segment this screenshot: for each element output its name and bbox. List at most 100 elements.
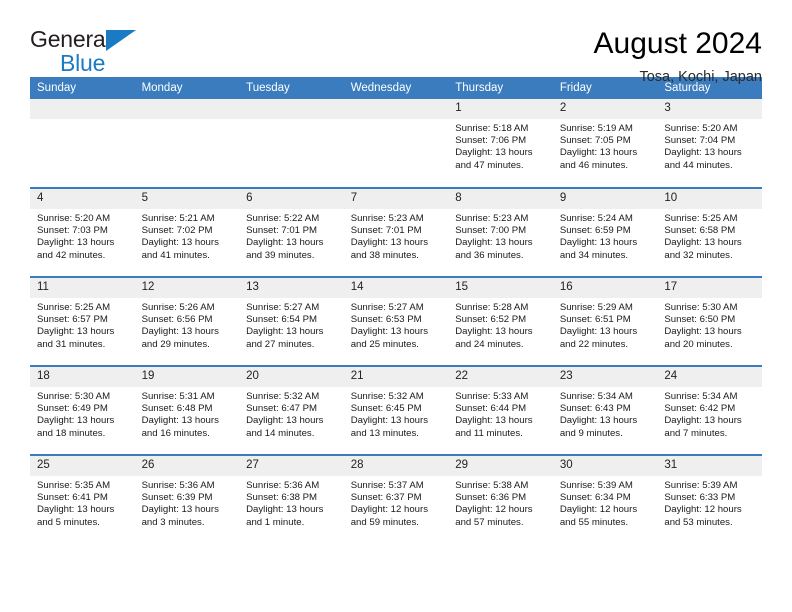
day-cell[interactable]: 8 Sunrise: 5:23 AM Sunset: 7:00 PM Dayli… xyxy=(448,187,553,277)
day-cell[interactable]: 29 Sunrise: 5:38 AM Sunset: 6:36 PM Dayl… xyxy=(448,454,553,544)
day-cell[interactable]: 4 Sunrise: 5:20 AM Sunset: 7:03 PM Dayli… xyxy=(30,187,135,277)
day-number: 4 xyxy=(30,189,135,209)
day-cell[interactable]: 20 Sunrise: 5:32 AM Sunset: 6:47 PM Dayl… xyxy=(239,365,344,455)
day-cell[interactable]: 2 Sunrise: 5:19 AM Sunset: 7:05 PM Dayli… xyxy=(552,99,658,188)
sunset-text: Sunset: 6:37 PM xyxy=(350,492,422,504)
day-cell[interactable]: 30 Sunrise: 5:39 AM Sunset: 6:34 PM Dayl… xyxy=(552,454,658,544)
day-cell[interactable]: 23 Sunrise: 5:34 AM Sunset: 6:43 PM Dayl… xyxy=(552,365,658,455)
calendar-grid: Sunday Monday Tuesday Wednesday Thursday… xyxy=(30,77,762,544)
sunset-text: Sunset: 7:01 PM xyxy=(350,225,422,237)
sunrise-text: Sunrise: 5:31 AM xyxy=(141,391,215,402)
day-cell[interactable]: 7 Sunrise: 5:23 AM Sunset: 7:01 PM Dayli… xyxy=(343,187,449,277)
daylight-text-line2: and 3 minutes. xyxy=(141,516,205,528)
weekday-header-wednesday: Wednesday xyxy=(343,77,449,99)
day-cell[interactable]: 18 Sunrise: 5:30 AM Sunset: 6:49 PM Dayl… xyxy=(30,365,135,455)
day-number: 20 xyxy=(239,367,344,387)
sunset-text: Sunset: 6:36 PM xyxy=(455,492,527,504)
day-details: Sunrise: 5:27 AM Sunset: 6:53 PM Dayligh… xyxy=(344,298,449,351)
day-cell[interactable]: 12 Sunrise: 5:26 AM Sunset: 6:56 PM Dayl… xyxy=(134,276,240,366)
day-cell[interactable]: 11 Sunrise: 5:25 AM Sunset: 6:57 PM Dayl… xyxy=(30,276,135,366)
day-details: Sunrise: 5:21 AM Sunset: 7:02 PM Dayligh… xyxy=(135,209,240,262)
day-number: 30 xyxy=(552,456,658,476)
day-number: 18 xyxy=(30,367,135,387)
sunset-text: Sunset: 6:44 PM xyxy=(455,403,527,415)
daylight-text-line1: Daylight: 13 hours xyxy=(141,237,219,249)
day-details: Sunrise: 5:18 AM Sunset: 7:06 PM Dayligh… xyxy=(448,119,553,172)
daylight-text-line2: and 25 minutes. xyxy=(350,338,419,350)
day-number: 25 xyxy=(30,456,135,476)
generalblue-logo[interactable]: General Blue xyxy=(30,26,160,80)
daylight-text-line2: and 53 minutes. xyxy=(664,516,733,528)
day-cell[interactable]: 31 Sunrise: 5:39 AM Sunset: 6:33 PM Dayl… xyxy=(657,454,762,544)
day-cell[interactable]: 13 Sunrise: 5:27 AM Sunset: 6:54 PM Dayl… xyxy=(239,276,344,366)
daylight-text-line2: and 47 minutes. xyxy=(455,159,524,171)
day-number: 21 xyxy=(343,367,449,387)
day-cell[interactable]: 22 Sunrise: 5:33 AM Sunset: 6:44 PM Dayl… xyxy=(448,365,553,455)
sunset-text: Sunset: 6:59 PM xyxy=(559,225,631,237)
day-number: 31 xyxy=(657,456,762,476)
daylight-text-line2: and 42 minutes. xyxy=(37,249,106,261)
day-cell[interactable]: 28 Sunrise: 5:37 AM Sunset: 6:37 PM Dayl… xyxy=(343,454,449,544)
daylight-text-line2: and 44 minutes. xyxy=(664,159,733,171)
day-number: 8 xyxy=(448,189,553,209)
day-cell[interactable]: 6 Sunrise: 5:22 AM Sunset: 7:01 PM Dayli… xyxy=(239,187,344,277)
day-number: 5 xyxy=(134,189,240,209)
day-number: 15 xyxy=(448,278,553,298)
daylight-text-line2: and 36 minutes. xyxy=(455,249,524,261)
daylight-text-line1: Daylight: 13 hours xyxy=(559,237,638,249)
day-cell[interactable]: 3 Sunrise: 5:20 AM Sunset: 7:04 PM Dayli… xyxy=(657,99,762,188)
day-number: 10 xyxy=(657,189,762,209)
day-cell[interactable]: 21 Sunrise: 5:32 AM Sunset: 6:45 PM Dayl… xyxy=(343,365,449,455)
sunset-text: Sunset: 6:34 PM xyxy=(559,492,631,504)
daylight-text-line1: Daylight: 13 hours xyxy=(37,504,115,516)
day-details: Sunrise: 5:30 AM Sunset: 6:50 PM Dayligh… xyxy=(657,298,762,351)
sunrise-text: Sunrise: 5:32 AM xyxy=(350,391,424,402)
day-cell[interactable] xyxy=(239,99,344,188)
sunrise-text: Sunrise: 5:22 AM xyxy=(246,213,320,224)
daylight-text-line1: Daylight: 13 hours xyxy=(246,415,324,427)
day-cell[interactable]: 17 Sunrise: 5:30 AM Sunset: 6:50 PM Dayl… xyxy=(657,276,762,366)
daylight-text-line2: and 5 minutes. xyxy=(37,516,100,528)
day-cell[interactable] xyxy=(134,99,240,188)
day-cell[interactable]: 26 Sunrise: 5:36 AM Sunset: 6:39 PM Dayl… xyxy=(134,454,240,544)
weekday-header-monday: Monday xyxy=(134,77,240,99)
day-cell[interactable]: 5 Sunrise: 5:21 AM Sunset: 7:02 PM Dayli… xyxy=(134,187,240,277)
sunset-text: Sunset: 6:33 PM xyxy=(664,492,736,504)
day-cell[interactable] xyxy=(343,99,449,188)
daylight-text-line2: and 59 minutes. xyxy=(350,516,419,528)
daylight-text-line1: Daylight: 13 hours xyxy=(455,147,533,159)
daylight-text-line1: Daylight: 13 hours xyxy=(455,237,533,249)
day-cell[interactable]: 14 Sunrise: 5:27 AM Sunset: 6:53 PM Dayl… xyxy=(343,276,449,366)
sunrise-text: Sunrise: 5:25 AM xyxy=(664,213,738,224)
day-cell[interactable]: 9 Sunrise: 5:24 AM Sunset: 6:59 PM Dayli… xyxy=(552,187,658,277)
sunrise-text: Sunrise: 5:34 AM xyxy=(664,391,738,402)
daylight-text-line1: Daylight: 13 hours xyxy=(664,237,742,249)
day-cell[interactable]: 19 Sunrise: 5:31 AM Sunset: 6:48 PM Dayl… xyxy=(134,365,240,455)
daylight-text-line1: Daylight: 13 hours xyxy=(141,326,219,338)
day-cell[interactable]: 27 Sunrise: 5:36 AM Sunset: 6:38 PM Dayl… xyxy=(239,454,344,544)
day-cell[interactable]: 16 Sunrise: 5:29 AM Sunset: 6:51 PM Dayl… xyxy=(552,276,658,366)
sunrise-text: Sunrise: 5:33 AM xyxy=(455,391,529,402)
day-details: Sunrise: 5:30 AM Sunset: 6:49 PM Dayligh… xyxy=(30,387,135,440)
day-number: 14 xyxy=(343,278,449,298)
day-details: Sunrise: 5:20 AM Sunset: 7:04 PM Dayligh… xyxy=(657,119,762,172)
day-cell[interactable]: 25 Sunrise: 5:35 AM Sunset: 6:41 PM Dayl… xyxy=(30,454,135,544)
day-cell[interactable]: 1 Sunrise: 5:18 AM Sunset: 7:06 PM Dayli… xyxy=(448,99,553,188)
daylight-text-line1: Daylight: 13 hours xyxy=(664,147,742,159)
day-cell[interactable]: 10 Sunrise: 5:25 AM Sunset: 6:58 PM Dayl… xyxy=(657,187,762,277)
day-cell[interactable]: 15 Sunrise: 5:28 AM Sunset: 6:52 PM Dayl… xyxy=(448,276,553,366)
daylight-text-line2: and 39 minutes. xyxy=(246,249,315,261)
day-details: Sunrise: 5:37 AM Sunset: 6:37 PM Dayligh… xyxy=(344,476,449,529)
day-details: Sunrise: 5:36 AM Sunset: 6:38 PM Dayligh… xyxy=(239,476,344,529)
daylight-text-line2: and 41 minutes. xyxy=(141,249,210,261)
day-cell[interactable]: 24 Sunrise: 5:34 AM Sunset: 6:42 PM Dayl… xyxy=(657,365,762,455)
day-details: Sunrise: 5:39 AM Sunset: 6:33 PM Dayligh… xyxy=(657,476,762,529)
calendar-week-row: 18 Sunrise: 5:30 AM Sunset: 6:49 PM Dayl… xyxy=(30,365,762,455)
day-number: 13 xyxy=(239,278,344,298)
daylight-text-line1: Daylight: 13 hours xyxy=(455,326,533,338)
day-details: Sunrise: 5:32 AM Sunset: 6:45 PM Dayligh… xyxy=(344,387,449,440)
day-number: 27 xyxy=(239,456,344,476)
sunset-text: Sunset: 6:54 PM xyxy=(246,314,318,326)
sunrise-text: Sunrise: 5:32 AM xyxy=(246,391,320,402)
day-cell[interactable] xyxy=(30,99,135,188)
